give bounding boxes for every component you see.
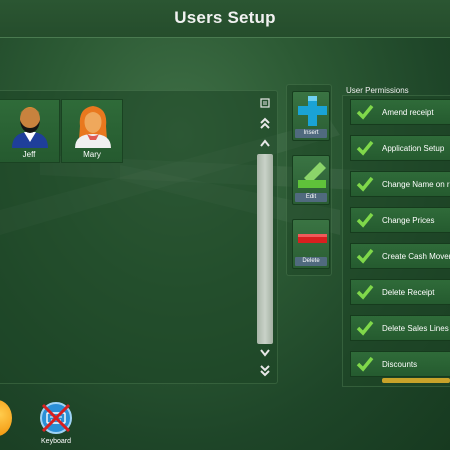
permission-label: Change Name on receipt xyxy=(382,179,450,189)
user-male-avatar-icon xyxy=(12,107,48,148)
edit-label: Edit xyxy=(295,193,327,202)
insert-label: Insert xyxy=(295,129,327,138)
users-panel: Jeff Mary xyxy=(0,90,278,384)
permission-item[interactable]: Change Name on receipt xyxy=(350,171,450,197)
plus-icon xyxy=(298,96,327,126)
user-female-avatar-icon xyxy=(75,106,111,148)
checkmark-icon xyxy=(356,176,374,192)
insert-button[interactable]: Insert xyxy=(292,91,330,141)
permission-label: Amend receipt xyxy=(382,107,434,117)
user-name: Mary xyxy=(83,150,101,159)
delete-button[interactable]: Delete xyxy=(292,219,330,269)
permissions-header: User Permissions xyxy=(346,86,409,95)
permission-label: Delete Sales Lines xyxy=(382,323,449,333)
scroll-down-icon[interactable] xyxy=(256,346,274,360)
permission-label: Change Prices xyxy=(382,215,435,225)
users-scrollbar[interactable] xyxy=(256,96,274,382)
title-bar: Users Setup xyxy=(0,0,450,38)
checkmark-icon xyxy=(356,212,374,228)
permission-item[interactable]: Amend receipt xyxy=(350,99,450,125)
keyboard-label: Keyboard xyxy=(41,438,71,445)
scroll-track[interactable] xyxy=(257,154,273,344)
user-tile-mary[interactable]: Mary xyxy=(61,99,123,163)
permissions-scroll-thumb[interactable] xyxy=(382,378,450,383)
keyboard-disabled-icon xyxy=(40,402,72,434)
checkmark-icon xyxy=(356,320,374,336)
page-title: Users Setup xyxy=(174,8,276,27)
checkmark-icon xyxy=(356,248,374,264)
scroll-up-icon[interactable] xyxy=(256,136,274,150)
user-tile-jeff[interactable]: Jeff xyxy=(0,99,60,163)
checkmark-icon xyxy=(356,140,374,156)
permission-item[interactable]: Change Prices xyxy=(350,207,450,233)
edit-button[interactable]: Edit xyxy=(292,155,330,205)
checkmark-icon xyxy=(356,284,374,300)
permission-item[interactable]: Delete Receipt xyxy=(350,279,450,305)
permission-item[interactable]: Delete Sales Lines xyxy=(350,315,450,341)
checkmark-icon xyxy=(356,104,374,120)
scroll-bottom-icon[interactable] xyxy=(256,364,274,378)
permission-item[interactable]: Discounts xyxy=(350,351,450,377)
permission-item[interactable]: Application Setup xyxy=(350,135,450,161)
checkmark-icon xyxy=(356,356,374,372)
action-toolbar: Insert Edit Delete xyxy=(286,84,332,276)
minus-icon xyxy=(298,234,327,243)
permission-label: Delete Receipt xyxy=(382,287,435,297)
keyboard-button[interactable]: Keyboard xyxy=(36,400,76,450)
edit-pencil-icon xyxy=(298,162,326,188)
permission-label: Application Setup xyxy=(382,143,445,153)
permission-label: Create Cash Movement xyxy=(382,251,450,261)
user-name: Jeff xyxy=(22,150,36,159)
permission-label: Discounts xyxy=(382,359,418,369)
scroll-top-icon[interactable] xyxy=(256,116,274,130)
delete-label: Delete xyxy=(295,257,327,266)
orange-circle-icon[interactable] xyxy=(0,400,12,436)
permission-item[interactable]: Create Cash Movement xyxy=(350,243,450,269)
scroll-menu-icon[interactable] xyxy=(256,96,274,110)
